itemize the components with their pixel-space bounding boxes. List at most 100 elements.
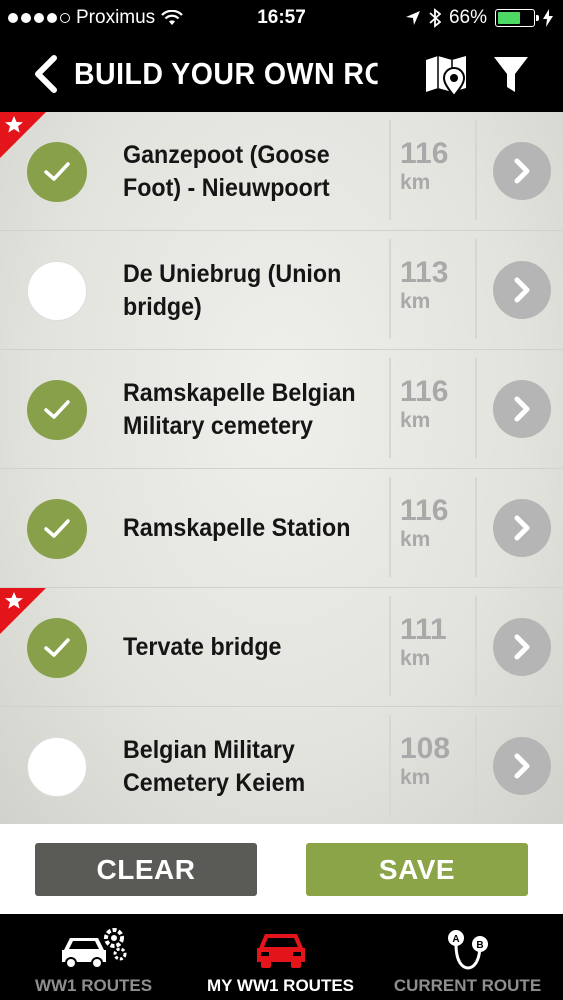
details-button[interactable]: [493, 499, 551, 557]
details-button[interactable]: [493, 737, 551, 795]
chevron-left-icon: [35, 55, 57, 93]
filter-icon: [494, 57, 528, 92]
distance-value: 116: [400, 137, 449, 170]
distance-value: 108: [400, 732, 451, 765]
status-bar: Proximus 16:57 66%: [0, 0, 563, 36]
divider: [475, 358, 477, 458]
distance: 111 km: [400, 614, 447, 672]
location-name: De Uniebrug (Union bridge): [123, 231, 385, 350]
location-list[interactable]: Ganzepoot (Goose Foot) - Nieuwpoort 116 km…: [0, 112, 563, 824]
back-button[interactable]: [30, 54, 62, 94]
battery-icon: [495, 9, 539, 27]
checkmark-icon: [44, 162, 70, 181]
divider: [475, 477, 477, 577]
checkmark-icon: [44, 519, 70, 538]
save-button[interactable]: SAVE: [306, 843, 528, 896]
list-item[interactable]: Belgian Military Cemetery Keiem 108 km: [0, 707, 563, 824]
details-button[interactable]: [493, 618, 551, 676]
unselected-checkbox[interactable]: [27, 261, 87, 321]
chevron-right-icon: [514, 753, 530, 779]
distance-unit: km: [400, 409, 431, 432]
unselected-checkbox[interactable]: [27, 737, 87, 797]
tab-label: MY WW1 ROUTES: [206, 976, 355, 995]
tab-label: CURRENT ROUTE: [393, 976, 542, 995]
details-button[interactable]: [493, 380, 551, 438]
distance: 116 km: [400, 138, 448, 196]
divider: [389, 120, 391, 220]
location-name-text: Ganzepoot (Goose Foot) - Nieuwpoort: [123, 141, 330, 202]
map-pin-icon: [426, 56, 466, 98]
list-item[interactable]: Ramskapelle Belgian Military cemetery 116…: [0, 350, 563, 469]
route-ab-icon: A B: [447, 930, 488, 970]
location-name-text: Belgian Military Cemetery Keiem: [123, 736, 306, 797]
divider: [475, 239, 477, 339]
divider: [389, 239, 391, 339]
checkmark-icon: [44, 638, 70, 657]
distance-unit: km: [400, 171, 431, 194]
tab-my-ww1-routes[interactable]: MY WW1 ROUTES: [187, 914, 374, 1000]
divider: [475, 120, 477, 220]
distance-value: 111: [400, 613, 447, 646]
distance-unit: km: [400, 647, 431, 670]
location-name-text: Tervate bridge: [123, 633, 282, 662]
filter-button[interactable]: [492, 54, 530, 94]
distance: 108 km: [400, 733, 450, 791]
chevron-right-icon: [514, 158, 530, 184]
page-title: BUILD YOUR OWN RO...: [74, 56, 378, 91]
details-button[interactable]: [493, 142, 551, 200]
charging-bolt-icon: [543, 9, 553, 27]
distance-value: 116: [400, 494, 449, 527]
tab-bar: WW1 ROUTES MY WW1 ROUTES A B CURRENT ROU…: [0, 914, 563, 1000]
selected-checkbox[interactable]: [27, 380, 87, 440]
location-name: Ramskapelle Belgian Military cemetery: [123, 350, 385, 469]
car-gear-icon: [61, 928, 126, 969]
status-right: 66%: [405, 7, 553, 29]
details-button[interactable]: [493, 261, 551, 319]
chevron-right-icon: [514, 634, 530, 660]
divider: [389, 715, 391, 815]
location-name-text: Ramskapelle Belgian Military cemetery: [123, 379, 356, 440]
divider: [389, 596, 391, 696]
chevron-right-icon: [514, 396, 530, 422]
action-bar: CLEAR SAVE: [0, 824, 563, 914]
location-name: Ramskapelle Station: [123, 469, 385, 588]
tab-label: WW1 ROUTES: [34, 976, 153, 995]
list-item[interactable]: Ganzepoot (Goose Foot) - Nieuwpoort 116 km: [0, 112, 563, 231]
distance: 116 km: [400, 495, 448, 553]
checkmark-icon: [44, 400, 70, 419]
divider: [475, 715, 477, 815]
divider: [389, 358, 391, 458]
distance: 113 km: [400, 257, 448, 315]
car-icon: [256, 934, 305, 968]
bluetooth-icon: [429, 8, 441, 28]
list-item[interactable]: Ramskapelle Station 116 km: [0, 469, 563, 588]
divider: [389, 477, 391, 577]
clear-button[interactable]: CLEAR: [35, 843, 257, 896]
location-name-text: De Uniebrug (Union bridge): [123, 260, 342, 321]
list-item[interactable]: De Uniebrug (Union bridge) 113 km: [0, 231, 563, 350]
location-arrow-icon: [405, 11, 420, 25]
battery-percent: 66%: [448, 7, 487, 28]
navigation-bar: BUILD YOUR OWN RO...: [0, 36, 563, 112]
selected-checkbox[interactable]: [27, 499, 87, 559]
location-name: Belgian Military Cemetery Keiem: [123, 707, 385, 824]
distance-value: 116: [400, 375, 449, 408]
tab-current-route[interactable]: A B CURRENT ROUTE: [374, 914, 561, 1000]
tab-ww1-routes[interactable]: WW1 ROUTES: [0, 914, 187, 1000]
distance: 116 km: [400, 376, 448, 434]
selected-checkbox[interactable]: [27, 142, 87, 202]
location-name: Ganzepoot (Goose Foot) - Nieuwpoort: [123, 112, 385, 231]
map-button[interactable]: [424, 52, 468, 98]
selected-checkbox[interactable]: [27, 618, 87, 678]
svg-text:B: B: [476, 940, 483, 951]
divider: [475, 596, 477, 696]
location-name: Tervate bridge: [123, 588, 385, 707]
chevron-right-icon: [514, 277, 530, 303]
list-item[interactable]: Tervate bridge 111 km: [0, 588, 563, 707]
distance-value: 113: [400, 256, 449, 289]
battery-level: [498, 12, 521, 24]
location-name-text: Ramskapelle Station: [123, 514, 351, 543]
distance-unit: km: [400, 528, 431, 551]
distance-unit: km: [400, 290, 431, 313]
svg-text:A: A: [452, 934, 459, 945]
